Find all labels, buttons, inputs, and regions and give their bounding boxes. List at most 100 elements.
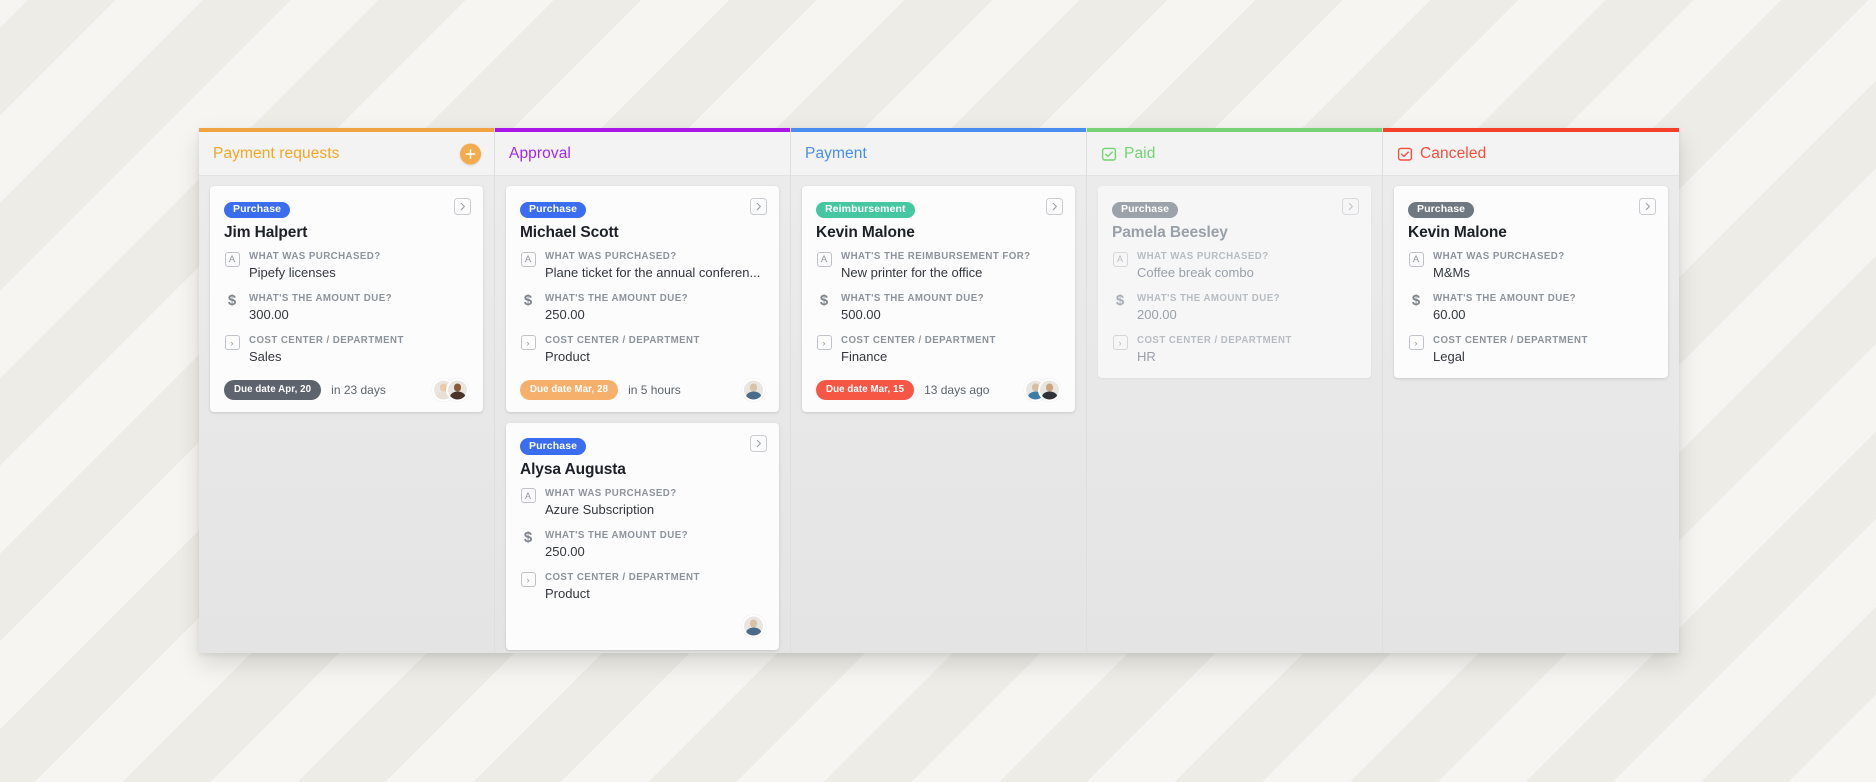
request-card[interactable]: Purchase Pamela Beesley A WHAT WAS PURCHASE… — [1098, 186, 1371, 378]
chevron-right-icon — [1052, 202, 1057, 211]
card-footer: Due date Apr, 20 in 23 days — [224, 378, 469, 402]
card-field-label: WHAT WAS PURCHASED? — [545, 487, 677, 499]
assignee-avatars[interactable] — [1024, 378, 1061, 402]
card-field-value: Coffee break combo — [1137, 265, 1254, 281]
card-field-label: WHAT'S THE AMOUNT DUE? — [1433, 292, 1576, 304]
open-card-button[interactable] — [1639, 198, 1656, 215]
card-field-value: 200.00 — [1137, 307, 1177, 323]
card-field: $ WHAT'S THE AMOUNT DUE? 500.00 — [816, 292, 1061, 325]
card-field-label: COST CENTER / DEPARTMENT — [545, 571, 700, 583]
card-field-value: Product — [545, 585, 590, 601]
card-field: › COST CENTER / DEPARTMENT Finance — [816, 334, 1061, 367]
card-field: $ WHAT'S THE AMOUNT DUE? 250.00 — [520, 529, 765, 562]
currency-icon: $ — [523, 292, 533, 310]
open-card-button[interactable] — [454, 198, 471, 215]
card-field-value: 250.00 — [545, 543, 585, 559]
card-field-label: COST CENTER / DEPARTMENT — [1137, 334, 1292, 346]
short-text-icon: A — [520, 251, 536, 267]
due-date-badge: Due date Apr, 20 — [224, 379, 322, 400]
column-card-list: Purchase Pamela Beesley A WHAT WAS PURCHASE… — [1087, 176, 1382, 653]
card-field-value: Azure Subscription — [545, 501, 655, 517]
card-field: A WHAT WAS PURCHASED? Azure Subscription — [520, 487, 765, 520]
open-card-button[interactable] — [1046, 198, 1063, 215]
request-card[interactable]: Purchase Jim Halpert A WHAT WAS PURCHASED? P… — [210, 186, 483, 412]
card-field-label: WHAT WAS PURCHASED? — [249, 251, 381, 263]
column-card-list: Purchase Michael Scott A WHAT WAS PURCHASED… — [495, 176, 790, 653]
due-date-note: in 23 days — [331, 382, 386, 397]
card-field-value: Plane ticket for the annual conferen... — [545, 265, 761, 281]
card-title: Alysa Augusta — [520, 460, 626, 478]
add-card-button[interactable] — [460, 143, 481, 164]
card-field-label: WHAT WAS PURCHASED? — [545, 251, 677, 263]
avatar[interactable] — [1038, 378, 1061, 402]
card-field-value: HR — [1137, 348, 1156, 364]
card-type-badge: Reimbursement — [816, 201, 915, 219]
request-card[interactable]: Reimbursement Kevin Malone A WHAT'S THE REI… — [802, 186, 1075, 412]
card-title: Jim Halpert — [224, 224, 308, 242]
card-title: Kevin Malone — [816, 224, 915, 242]
currency-icon: $ — [523, 529, 533, 547]
column-header: Payment requests — [199, 132, 494, 176]
card-title: Michael Scott — [520, 224, 619, 242]
assignee-avatars[interactable] — [432, 378, 469, 402]
card-field-body: WHAT WAS PURCHASED? M&Ms — [1433, 250, 1654, 283]
card-field-body: WHAT'S THE AMOUNT DUE? 250.00 — [545, 529, 765, 562]
card-field-body: WHAT WAS PURCHASED? Coffee break combo — [1137, 250, 1357, 283]
card-field-label: WHAT'S THE AMOUNT DUE? — [841, 292, 984, 304]
avatar[interactable] — [742, 614, 765, 638]
card-field: A WHAT WAS PURCHASED? M&Ms — [1408, 250, 1654, 283]
card-field-label: WHAT WAS PURCHASED? — [1137, 251, 1269, 263]
due-date-badge: Due date Mar, 28 — [520, 379, 619, 400]
open-card-button[interactable] — [750, 198, 767, 215]
request-card[interactable]: Purchase Kevin Malone A WHAT WAS PURCHASED?… — [1394, 186, 1668, 378]
checkbox-check-icon — [1101, 146, 1117, 162]
assignee-avatars[interactable] — [742, 614, 765, 638]
assignee-avatars[interactable] — [742, 378, 765, 402]
card-field: › COST CENTER / DEPARTMENT HR — [1112, 334, 1357, 367]
card-field: › COST CENTER / DEPARTMENT Sales — [224, 334, 469, 367]
connector-field-icon: › — [1112, 335, 1128, 351]
column-approval: Approval Purchase Michael Scott A WHAT WAS P… — [495, 128, 791, 653]
open-card-button[interactable] — [750, 434, 767, 452]
card-field-value: 300.00 — [249, 307, 289, 323]
card-field: › COST CENTER / DEPARTMENT Product — [520, 334, 765, 367]
card-field: › COST CENTER / DEPARTMENT Product — [520, 571, 765, 604]
card-field-label: WHAT'S THE AMOUNT DUE? — [545, 292, 688, 304]
card-field-body: COST CENTER / DEPARTMENT HR — [1137, 334, 1357, 367]
column-payment-requests: Payment requests Purchase Jim Halpert A WHAT… — [199, 128, 495, 653]
avatar[interactable] — [446, 378, 469, 402]
column-title: Payment requests — [213, 144, 340, 162]
connector-field-icon: › — [520, 335, 536, 351]
card-type-badge: Purchase — [520, 438, 587, 455]
card-field-value: Sales — [249, 348, 282, 364]
chevron-right-icon — [1645, 202, 1650, 211]
due-date-badge: Due date Mar, 15 — [816, 379, 915, 400]
card-field: $ WHAT'S THE AMOUNT DUE? 60.00 — [1408, 292, 1654, 325]
due-date-note: 13 days ago — [924, 382, 990, 397]
card-field: $ WHAT'S THE AMOUNT DUE? 250.00 — [520, 292, 765, 325]
column-title: Paid — [1124, 144, 1156, 162]
card-field-body: WHAT'S THE AMOUNT DUE? 60.00 — [1433, 292, 1654, 325]
column-header: Canceled — [1383, 132, 1679, 176]
card-field-body: WHAT'S THE AMOUNT DUE? 250.00 — [545, 292, 765, 325]
card-field-body: COST CENTER / DEPARTMENT Finance — [841, 334, 1061, 367]
column-title: Approval — [509, 144, 571, 162]
card-field-label: WHAT'S THE AMOUNT DUE? — [1137, 292, 1280, 304]
column-header: Payment — [791, 132, 1086, 176]
card-field-label: COST CENTER / DEPARTMENT — [1433, 334, 1588, 346]
request-card[interactable]: Purchase Alysa Augusta A WHAT WAS PURCHASED… — [506, 422, 779, 650]
card-field-label: WHAT'S THE REIMBURSEMENT FOR? — [841, 251, 1031, 263]
column-canceled: Canceled Purchase Kevin Malone A WHAT WAS PU… — [1383, 128, 1679, 653]
card-field-value: Pipefy licenses — [249, 265, 336, 281]
currency-icon: $ — [1115, 292, 1125, 310]
card-field-body: COST CENTER / DEPARTMENT Legal — [1433, 334, 1654, 367]
open-card-button[interactable] — [1342, 198, 1359, 215]
card-footer: Due date Mar, 28 in 5 hours — [520, 378, 765, 402]
avatar[interactable] — [742, 378, 765, 402]
card-field-body: COST CENTER / DEPARTMENT Sales — [249, 334, 469, 367]
column-card-list: Reimbursement Kevin Malone A WHAT'S THE REI… — [791, 176, 1086, 653]
card-field-body: WHAT'S THE AMOUNT DUE? 300.00 — [249, 292, 469, 325]
short-text-icon: A — [816, 251, 832, 267]
request-card[interactable]: Purchase Michael Scott A WHAT WAS PURCHASED… — [506, 186, 779, 412]
due-date-note: in 5 hours — [628, 382, 681, 397]
